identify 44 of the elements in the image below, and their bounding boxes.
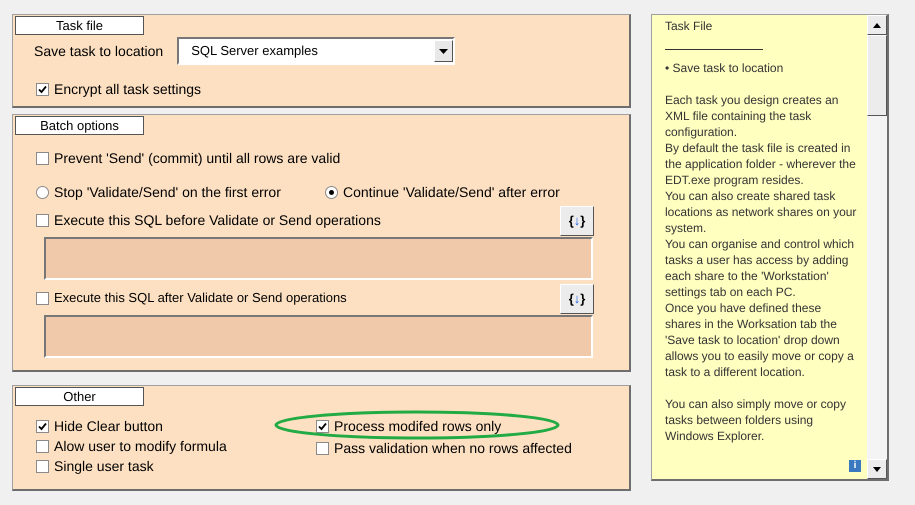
group-title: Batch options bbox=[15, 116, 144, 135]
group-title: Task file bbox=[15, 16, 144, 35]
checkbox[interactable] bbox=[36, 440, 49, 453]
checkbox[interactable] bbox=[316, 442, 329, 455]
insert-variable-button[interactable]: {↓} bbox=[560, 284, 594, 314]
checkbox-label[interactable]: Alow user to modify formula bbox=[54, 438, 227, 455]
scroll-thumb[interactable] bbox=[867, 35, 887, 116]
checkbox-label[interactable]: Pass validation when no rows affected bbox=[334, 440, 572, 457]
checkbox[interactable] bbox=[36, 214, 49, 227]
radio-button[interactable] bbox=[325, 186, 338, 199]
scrollbar[interactable] bbox=[867, 15, 887, 479]
sql-text-area[interactable] bbox=[44, 315, 593, 358]
location-dropdown[interactable]: SQL Server examples bbox=[177, 37, 456, 65]
checkbox-label[interactable]: Hide Clear button bbox=[54, 418, 163, 435]
radio-label[interactable]: Continue 'Validate/Send' after error bbox=[343, 184, 560, 201]
help-paragraph: Once you have defined these shares in the Worksation tab the 'Save task to location' drop down allows you to easily move or copy a task to a different location. bbox=[665, 300, 855, 380]
help-title: Task File bbox=[665, 18, 714, 34]
scroll-down-icon[interactable] bbox=[867, 459, 887, 479]
radio-button[interactable] bbox=[36, 186, 49, 199]
scroll-up-icon[interactable] bbox=[867, 15, 887, 35]
help-paragraph: You can also simply move or copy tasks between folders using Windows Explorer. bbox=[665, 396, 847, 444]
info-icon[interactable]: i bbox=[849, 460, 861, 472]
group-title: Other bbox=[15, 387, 144, 406]
field-label: Save task to location bbox=[34, 42, 164, 60]
help-paragraph: You can also create shared task locations as network shares on your system. bbox=[665, 188, 857, 236]
checkbox[interactable] bbox=[36, 420, 49, 433]
checkbox[interactable] bbox=[36, 83, 49, 96]
dropdown-value: SQL Server examples bbox=[191, 42, 318, 60]
insert-variable-button[interactable]: {↓} bbox=[560, 206, 594, 236]
help-paragraph: By default the task file is created in the application folder - wherever the EDT.exe program resides. bbox=[665, 140, 857, 188]
radio-label[interactable]: Stop 'Validate/Send' on the first error bbox=[54, 184, 281, 201]
checkbox[interactable] bbox=[36, 292, 49, 304]
checkbox-label[interactable]: Single user task bbox=[54, 458, 154, 475]
checkbox[interactable] bbox=[316, 420, 329, 433]
help-paragraph: You can organise and control which tasks a user has access by adding each share to the 'Workstation' settings tab on each PC. bbox=[665, 236, 856, 300]
checkbox-label[interactable]: Encrypt all task settings bbox=[54, 81, 202, 98]
help-paragraph: Each task you design creates an XML file containing the task configuration. bbox=[665, 92, 840, 140]
checkbox[interactable] bbox=[36, 460, 49, 473]
help-bullet: • Save task to location bbox=[665, 60, 784, 76]
checkbox[interactable] bbox=[36, 152, 49, 165]
checkbox-label[interactable]: Execute this SQL after Validate or Send operations bbox=[54, 290, 347, 306]
checkbox-label[interactable]: Execute this SQL before Validate or Send operations bbox=[54, 212, 381, 229]
checkbox-label[interactable]: Prevent 'Send' (commit) until all rows are valid bbox=[54, 150, 340, 167]
sql-text-area[interactable] bbox=[44, 237, 593, 280]
